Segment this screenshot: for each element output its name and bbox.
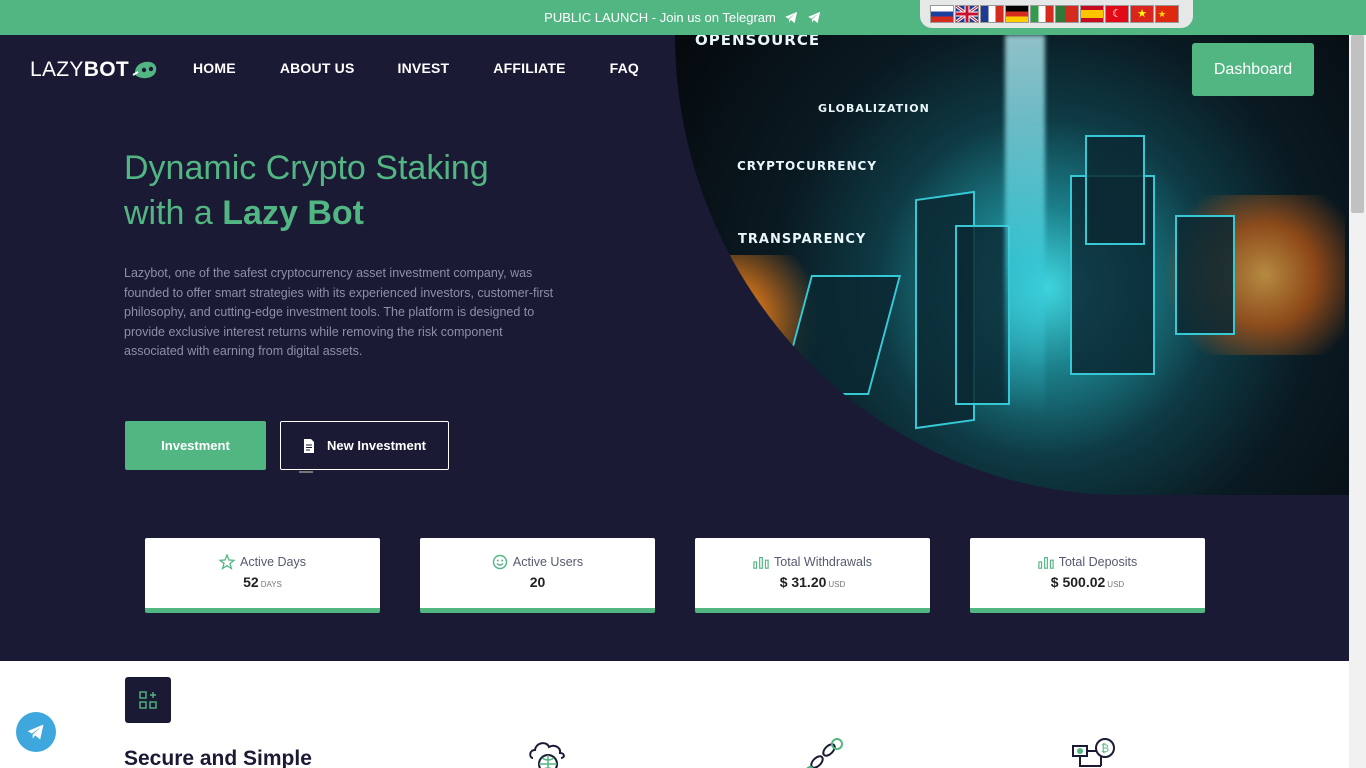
svg-text:₿: ₿ <box>1101 742 1109 755</box>
nav-affiliate[interactable]: AFFILIATE <box>493 60 565 76</box>
hero-image-label: CRYPTOCURRENCY <box>737 159 878 173</box>
stat-number: 52 <box>243 574 259 590</box>
stat-label: Total Withdrawals <box>774 555 872 569</box>
stat-number: $ 31.20 <box>779 574 827 590</box>
hero-description: Lazybot, one of the safest cryptocurrenc… <box>124 266 554 358</box>
features-section: Secure and Simple ₿ <box>0 661 1349 768</box>
hero-title-prefix: with a <box>124 194 213 232</box>
dashboard-button[interactable]: Dashboard <box>1192 43 1314 96</box>
language-selector: ☾ ★ ★ <box>920 0 1193 28</box>
new-investment-label: New Investment <box>327 438 426 453</box>
logo-text-bold: BOT <box>83 58 129 81</box>
robot-icon <box>132 61 157 79</box>
hero-image-light <box>1005 35 1045 415</box>
stat-value: 52 DAYS <box>145 574 380 590</box>
flag-spain-icon[interactable] <box>1080 5 1104 23</box>
flag-italy-icon[interactable] <box>1030 5 1054 23</box>
site-logo[interactable]: LAZY BOT <box>30 58 158 82</box>
stat-title: Total Deposits <box>970 554 1205 570</box>
section-title: Secure and Simple <box>124 747 312 768</box>
grid-icon-box <box>125 677 171 723</box>
hero-image-panel <box>1175 215 1235 335</box>
telegram-icon <box>27 724 44 740</box>
stat-label: Total Deposits <box>1058 555 1138 569</box>
stat-unit: USD <box>1107 580 1125 589</box>
main-nav: HOME ABOUT US INVEST AFFILIATE FAQ <box>193 60 683 76</box>
announcement-text[interactable]: PUBLIC LAUNCH - Join us on Telegram <box>544 10 776 25</box>
smile-icon <box>492 554 508 570</box>
telegram-links <box>784 10 822 25</box>
stat-card-active-users: Active Users 20 <box>420 538 655 613</box>
stat-title: Active Users <box>420 554 655 570</box>
nav-about-us[interactable]: ABOUT US <box>280 60 355 76</box>
flag-germany-icon[interactable] <box>1005 5 1029 23</box>
grid-icon <box>139 691 157 709</box>
button-underline <box>299 471 313 473</box>
hero-image-label: OPENSOURCE <box>695 35 821 49</box>
stat-title: Total Withdrawals <box>695 554 930 570</box>
new-investment-button[interactable]: New Investment <box>280 421 449 473</box>
hero-image-label: GLOBALIZATION <box>818 102 930 115</box>
stat-label: Active Users <box>512 555 584 569</box>
globe-cloud-icon <box>529 742 565 768</box>
investment-button[interactable]: Investment <box>125 421 266 470</box>
star-icon <box>219 554 235 570</box>
chain-link-icon <box>806 738 843 768</box>
flag-china-icon[interactable]: ★ <box>1155 5 1179 23</box>
telegram-icon[interactable] <box>784 10 799 25</box>
hero-image-panel <box>1085 135 1145 245</box>
stat-number: 20 <box>529 574 546 590</box>
logo-text-light: LAZY <box>30 58 84 81</box>
document-icon <box>304 438 314 453</box>
stat-card-active-days: Active Days 52 DAYS <box>145 538 380 613</box>
stat-card-total-withdrawals: Total Withdrawals $ 31.20 USD <box>695 538 930 613</box>
stat-value: $ 31.20 USD <box>695 574 930 590</box>
flag-vietnam-icon[interactable]: ★ <box>1130 5 1154 23</box>
telegram-icon[interactable] <box>807 10 822 25</box>
telegram-float-button[interactable] <box>16 712 56 752</box>
stat-label: Active Days <box>240 555 306 569</box>
page-scrollbar[interactable] <box>1349 35 1366 768</box>
nav-invest[interactable]: INVEST <box>398 60 450 76</box>
hero-image: OPENSOURCE GLOBALIZATION CRYPTOCURRENCY … <box>675 35 1350 495</box>
bar-chart-icon <box>753 556 769 569</box>
nav-faq[interactable]: FAQ <box>610 60 639 76</box>
hero-image-label: TRANSPARENCY <box>738 232 867 247</box>
flag-portugal-icon[interactable] <box>1055 5 1079 23</box>
stat-value: 20 <box>420 574 655 590</box>
flag-turkey-icon[interactable]: ☾ <box>1105 5 1129 23</box>
scrollbar-thumb[interactable] <box>1351 35 1364 213</box>
hero-title: Dynamic Crypto Staking with a Lazy Bot <box>124 146 489 236</box>
flag-france-icon[interactable] <box>980 5 1004 23</box>
hero-title-line1: Dynamic Crypto Staking <box>124 149 489 187</box>
stat-value: $ 500.02 USD <box>970 574 1205 590</box>
flag-russia-icon[interactable] <box>930 5 954 23</box>
hero-title-bold: Lazy Bot <box>222 194 364 232</box>
stat-unit: DAYS <box>260 580 282 589</box>
nav-home[interactable]: HOME <box>193 60 236 76</box>
stat-unit: USD <box>828 580 846 589</box>
stat-title: Active Days <box>145 554 380 570</box>
stat-card-total-deposits: Total Deposits $ 500.02 USD <box>970 538 1205 613</box>
bitcoin-network-icon: ₿ <box>1072 738 1115 767</box>
stat-number: $ 500.02 <box>1050 574 1106 590</box>
flag-uk-icon[interactable] <box>955 4 979 24</box>
hero-image-panel <box>955 225 1010 405</box>
bar-chart-icon <box>1038 556 1054 569</box>
